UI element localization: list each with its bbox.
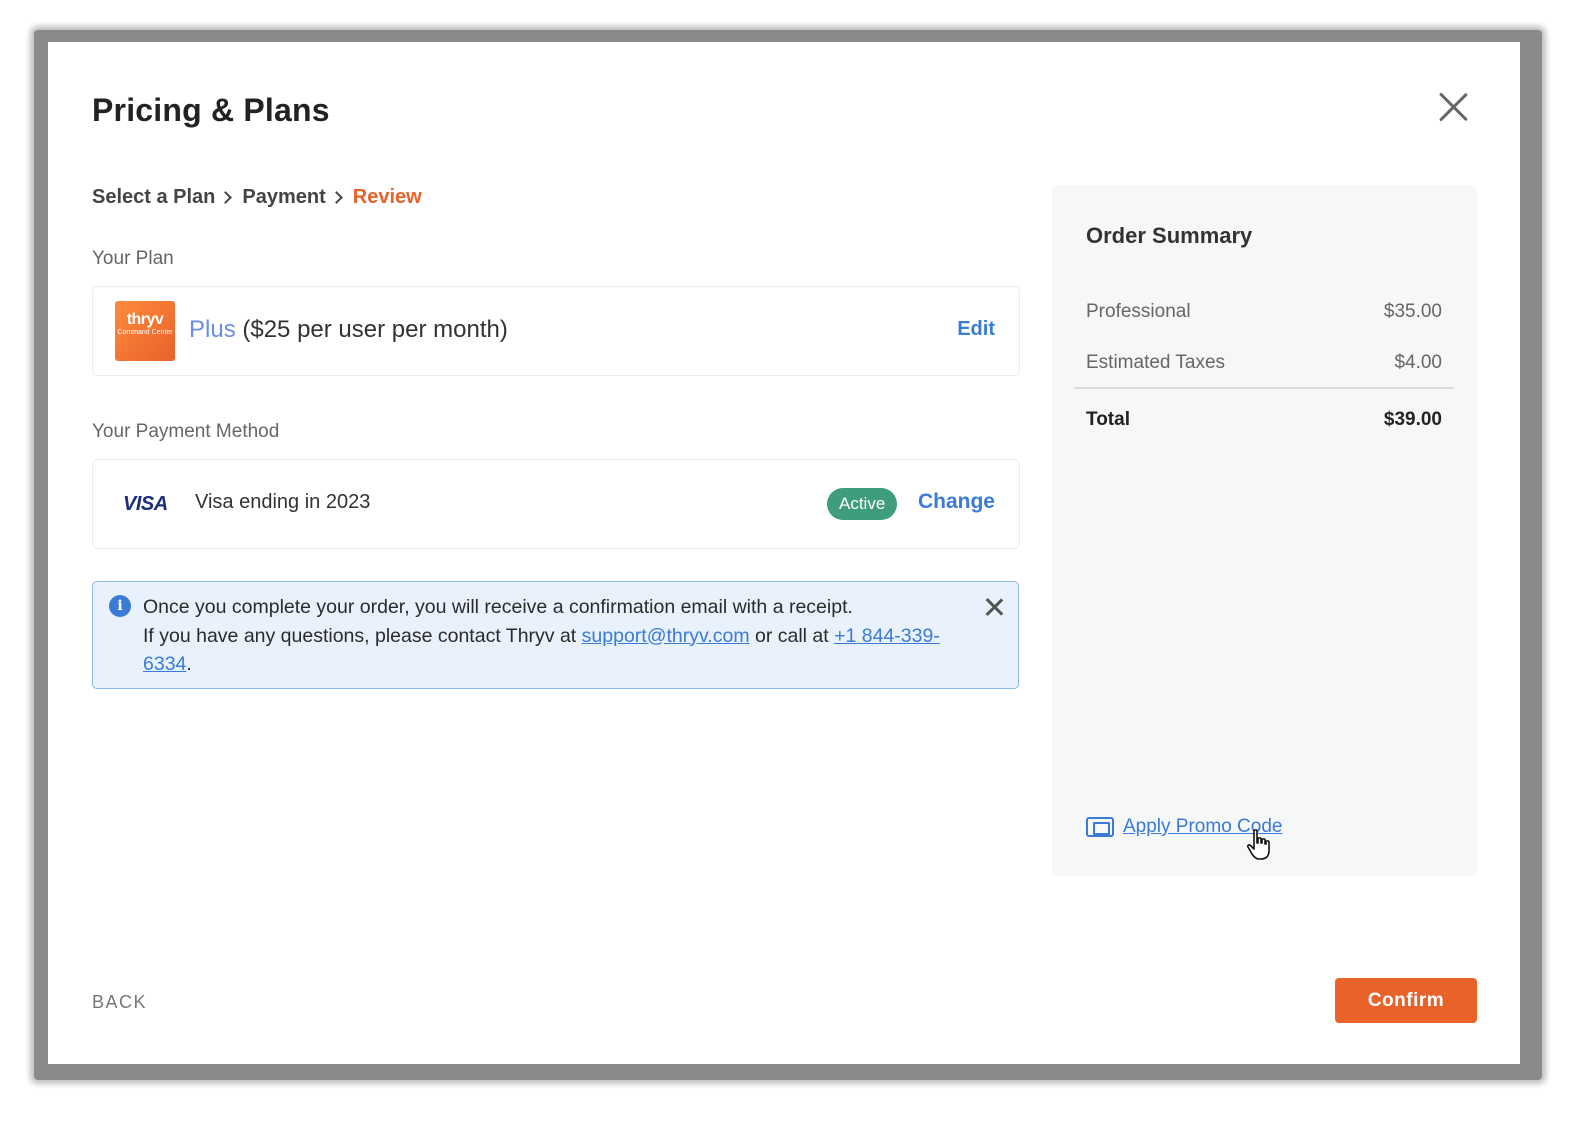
support-email-link[interactable]: support@thryv.com (582, 625, 750, 647)
info-icon: i (109, 595, 131, 617)
thryv-logo: thryv Command Center (115, 301, 175, 361)
change-payment-link[interactable]: Change (918, 490, 995, 514)
status-badge: Active (827, 488, 898, 520)
order-summary-panel: Order Summary Professional $35.00 Estima… (1052, 185, 1477, 876)
pricing-modal: Pricing & Plans Select a Plan Payment Re… (48, 42, 1520, 1064)
summary-total: Total $39.00 (1086, 409, 1442, 430)
breadcrumb-step-select-plan[interactable]: Select a Plan (92, 186, 215, 209)
breadcrumb: Select a Plan Payment Review (92, 186, 422, 209)
plan-name: Plus (189, 316, 236, 343)
visa-logo: VISA (123, 493, 168, 515)
back-button[interactable]: BACK (92, 992, 147, 1013)
summary-line-item: Estimated Taxes $4.00 (1086, 352, 1442, 373)
alert-message: Once you complete your order, you will r… (143, 596, 940, 675)
chevron-right-icon (329, 191, 343, 204)
payment-description: Visa ending in 2023 (195, 491, 371, 513)
plan-section-label: Your Plan (92, 248, 174, 269)
close-alert-icon[interactable] (985, 598, 1003, 616)
breadcrumb-step-review: Review (352, 186, 422, 208)
summary-divider (1074, 387, 1454, 389)
info-alert: i Once you complete your order, you will… (92, 581, 1019, 689)
plan-description: Plus ($25 per user per month) (189, 316, 508, 344)
edit-plan-link[interactable]: Edit (957, 318, 995, 341)
payment-card: VISA Visa ending in 2023 Active Change (92, 459, 1020, 549)
hand-pointer-cursor-icon (1246, 829, 1270, 860)
ticket-icon (1086, 817, 1114, 837)
close-icon[interactable] (1436, 90, 1470, 124)
modal-title: Pricing & Plans (92, 92, 330, 128)
breadcrumb-step-payment[interactable]: Payment (242, 186, 325, 209)
payment-section-label: Your Payment Method (92, 421, 280, 442)
plan-card: thryv Command Center Plus ($25 per user … (92, 286, 1020, 376)
order-summary-title: Order Summary (1086, 223, 1253, 248)
confirm-button[interactable]: Confirm (1335, 978, 1477, 1023)
summary-line-item: Professional $35.00 (1086, 301, 1442, 322)
plan-price-detail: ($25 per user per month) (242, 316, 508, 343)
chevron-right-icon (219, 191, 233, 204)
